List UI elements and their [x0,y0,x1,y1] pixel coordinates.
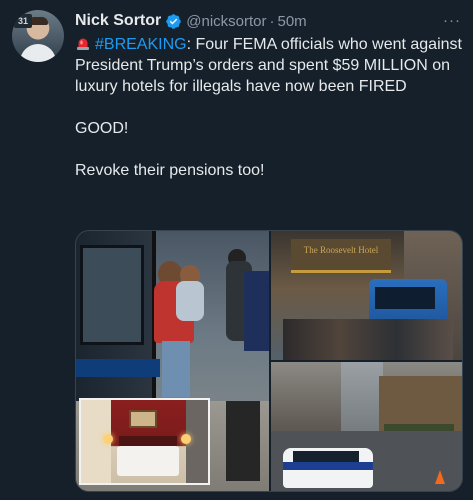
hotel-bed [117,446,179,476]
tweet-text: #BREAKING: Four FEMA officials who went … [75,34,463,181]
siren-emoji-icon [77,38,89,50]
timestamp[interactable]: 50m [278,13,307,30]
hashtag-breaking[interactable]: #BREAKING [95,36,187,53]
police-car-window [293,451,359,462]
tweet-text-revoke: Revoke their pensions too! [75,162,265,179]
verified-badge-icon [166,13,182,29]
child [176,281,204,321]
tweet-header: Nick Sortor @nicksortor · 50m [75,10,465,32]
tweet-content: Nick Sortor @nicksortor · 50m #BREAKING:… [75,10,465,181]
author-name[interactable]: Nick Sortor [75,12,161,30]
bus-stripe [76,359,160,377]
media-photo-migrants-bus[interactable] [76,231,269,491]
crowd [283,319,453,360]
man-blue-coat [244,271,269,351]
avatar[interactable]: 31 [12,10,64,62]
hotel-lamp-left [103,434,113,444]
avatar-column: 31 [12,10,66,62]
hotel-lamp-right [181,434,191,444]
hotel-marquee: The Roosevelt Hotel [291,239,391,273]
traffic-cone [435,470,445,484]
media-grid: The Roosevelt Hotel [75,230,463,492]
avatar-badge: 31 [14,14,32,28]
woman-jeans [162,341,190,397]
media-photo-police-street[interactable] [271,362,462,491]
police-car-stripe [283,462,373,470]
blue-bus-window [375,287,435,309]
author-handle[interactable]: @nicksortor [186,13,266,30]
media-inset-hotel-room [79,398,210,485]
more-options-icon[interactable]: ··· [443,12,461,29]
separator-dot: · [269,12,275,30]
bus-window [80,245,144,345]
hotel-painting [129,410,157,428]
media-photo-hotel-entrance[interactable]: The Roosevelt Hotel [271,231,462,360]
tweet-text-good: GOOD! [75,120,129,137]
avatar-shirt [20,44,56,62]
man-legs [226,401,260,481]
